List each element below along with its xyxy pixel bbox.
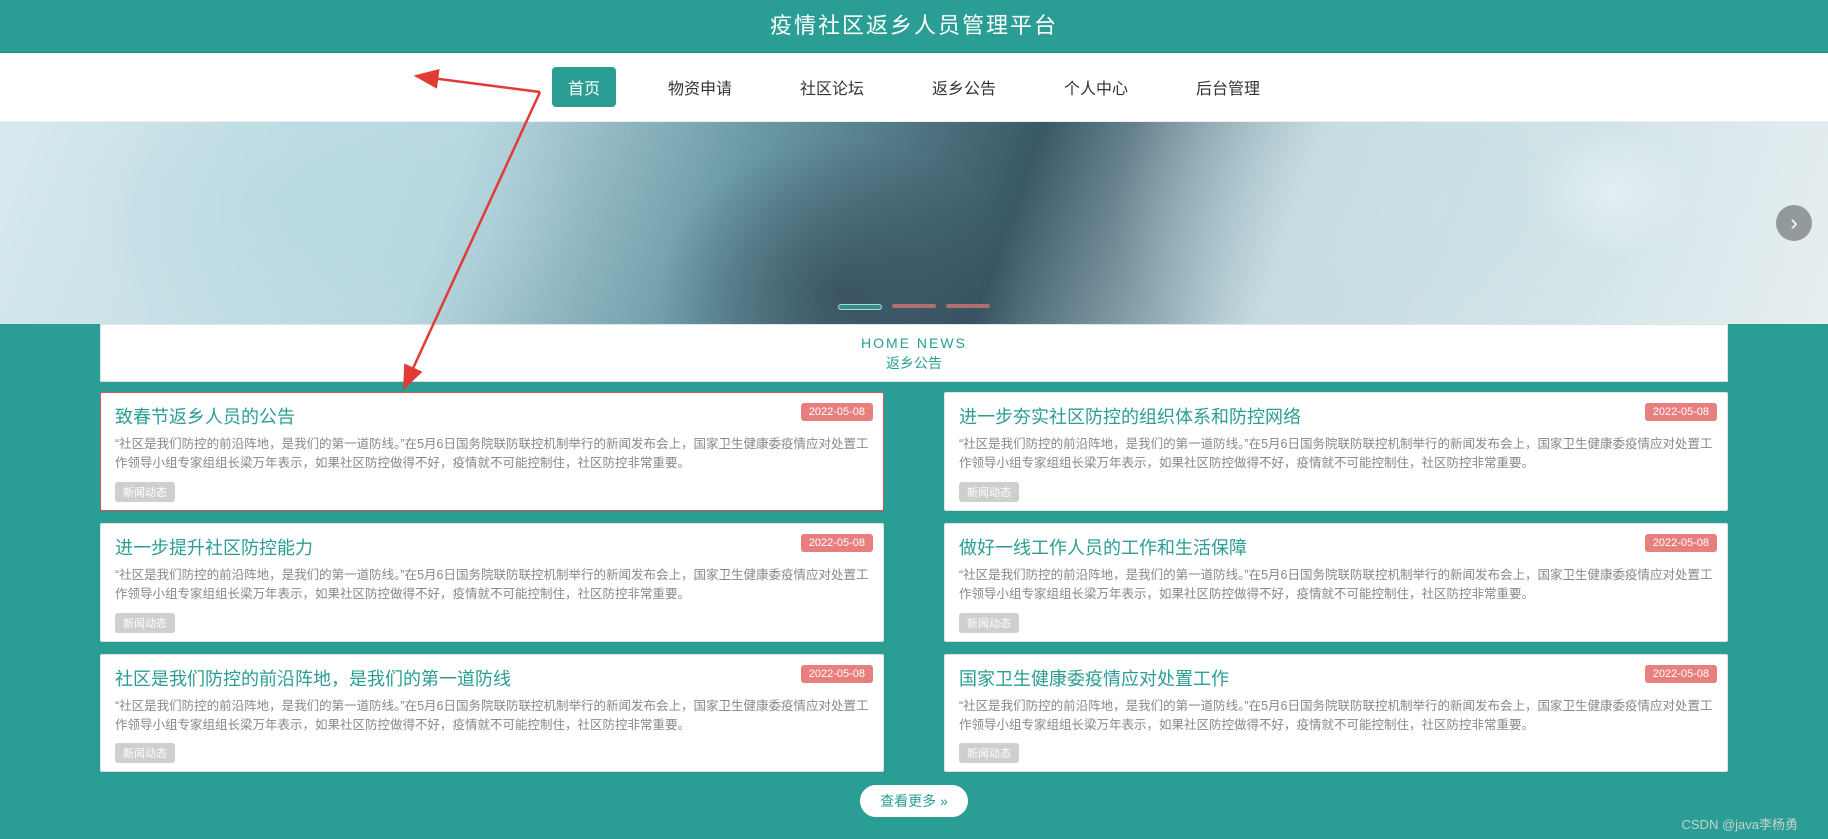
section-title-en: HOME NEWS: [101, 335, 1727, 351]
news-card[interactable]: 进一步提升社区防控能力2022-05-08 “社区是我们防控的前沿阵地，是我们的第…: [100, 523, 884, 642]
news-title: 致春节返乡人员的公告: [115, 403, 869, 429]
news-card[interactable]: 致春节返乡人员的公告2022-05-08 “社区是我们防控的前沿阵地，是我们的第一…: [100, 392, 884, 511]
news-desc: “社区是我们防控的前沿阵地，是我们的第一道防线。”在5月6日国务院联防联控机制举…: [959, 697, 1713, 736]
nav-item-3[interactable]: 返乡公告: [916, 67, 1012, 107]
news-date-badge: 2022-05-08: [801, 403, 873, 421]
carousel-indicators: [838, 304, 990, 310]
page-title: 疫情社区返乡人员管理平台: [0, 0, 1828, 53]
chevron-right-icon: ›: [1790, 210, 1797, 236]
news-date-badge: 2022-05-08: [1645, 665, 1717, 683]
hero-carousel: ›: [0, 122, 1828, 324]
news-card[interactable]: 社区是我们防控的前沿阵地，是我们的第一道防线2022-05-08 “社区是我们防控…: [100, 654, 884, 773]
news-tag: 新闻动态: [959, 743, 1019, 763]
nav-item-1[interactable]: 物资申请: [652, 67, 748, 107]
carousel-indicator[interactable]: [892, 304, 936, 308]
news-card[interactable]: 国家卫生健康委疫情应对处置工作2022-05-08 “社区是我们防控的前沿阵地，是…: [944, 654, 1728, 773]
carousel-indicator[interactable]: [946, 304, 990, 308]
news-title: 进一步提升社区防控能力: [115, 534, 869, 560]
news-grid: 致春节返乡人员的公告2022-05-08“社区是我们防控的前沿阵地，是我们的第一…: [100, 392, 1728, 772]
news-date-badge: 2022-05-08: [1645, 403, 1717, 421]
news-title: 做好一线工作人员的工作和生活保障: [959, 534, 1713, 560]
news-title: 进一步夯实社区防控的组织体系和防控网络: [959, 403, 1713, 429]
news-title: 社区是我们防控的前沿阵地，是我们的第一道防线: [115, 665, 869, 691]
nav-item-2[interactable]: 社区论坛: [784, 67, 880, 107]
news-date-badge: 2022-05-08: [801, 665, 873, 683]
section-header: HOME NEWS 返乡公告: [100, 324, 1728, 382]
news-tag: 新闻动态: [959, 613, 1019, 633]
carousel-next-button[interactable]: ›: [1776, 205, 1812, 241]
news-desc: “社区是我们防控的前沿阵地，是我们的第一道防线。”在5月6日国务院联防联控机制举…: [115, 435, 869, 474]
news-desc: “社区是我们防控的前沿阵地，是我们的第一道防线。”在5月6日国务院联防联控机制举…: [115, 566, 869, 605]
news-card[interactable]: 进一步夯实社区防控的组织体系和防控网络2022-05-08 “社区是我们防控的前沿…: [944, 392, 1728, 511]
news-desc: “社区是我们防控的前沿阵地，是我们的第一道防线。”在5月6日国务院联防联控机制举…: [959, 566, 1713, 605]
news-tag: 新闻动态: [959, 482, 1019, 502]
content-area: HOME NEWS 返乡公告 致春节返乡人员的公告2022-05-08“社区是我…: [0, 324, 1828, 832]
nav-item-0[interactable]: 首页: [552, 67, 616, 107]
news-desc: “社区是我们防控的前沿阵地，是我们的第一道防线。”在5月6日国务院联防联控机制举…: [959, 435, 1713, 474]
main-nav: 首页物资申请社区论坛返乡公告个人中心后台管理: [0, 53, 1828, 122]
carousel-indicator[interactable]: [838, 304, 882, 310]
news-date-badge: 2022-05-08: [1645, 534, 1717, 552]
nav-item-4[interactable]: 个人中心: [1048, 67, 1144, 107]
news-desc: “社区是我们防控的前沿阵地，是我们的第一道防线。”在5月6日国务院联防联控机制举…: [115, 697, 869, 736]
watermark: CSDN @java李杨勇: [1682, 814, 1799, 833]
news-title: 国家卫生健康委疫情应对处置工作: [959, 665, 1713, 691]
news-card[interactable]: 做好一线工作人员的工作和生活保障2022-05-08 “社区是我们防控的前沿阵地，…: [944, 523, 1728, 642]
section-title-cn: 返乡公告: [101, 353, 1727, 373]
view-more-button[interactable]: 查看更多 »: [859, 784, 969, 818]
nav-item-5[interactable]: 后台管理: [1180, 67, 1276, 107]
news-tag: 新闻动态: [115, 743, 175, 763]
news-date-badge: 2022-05-08: [801, 534, 873, 552]
news-tag: 新闻动态: [115, 482, 175, 502]
news-tag: 新闻动态: [115, 613, 175, 633]
